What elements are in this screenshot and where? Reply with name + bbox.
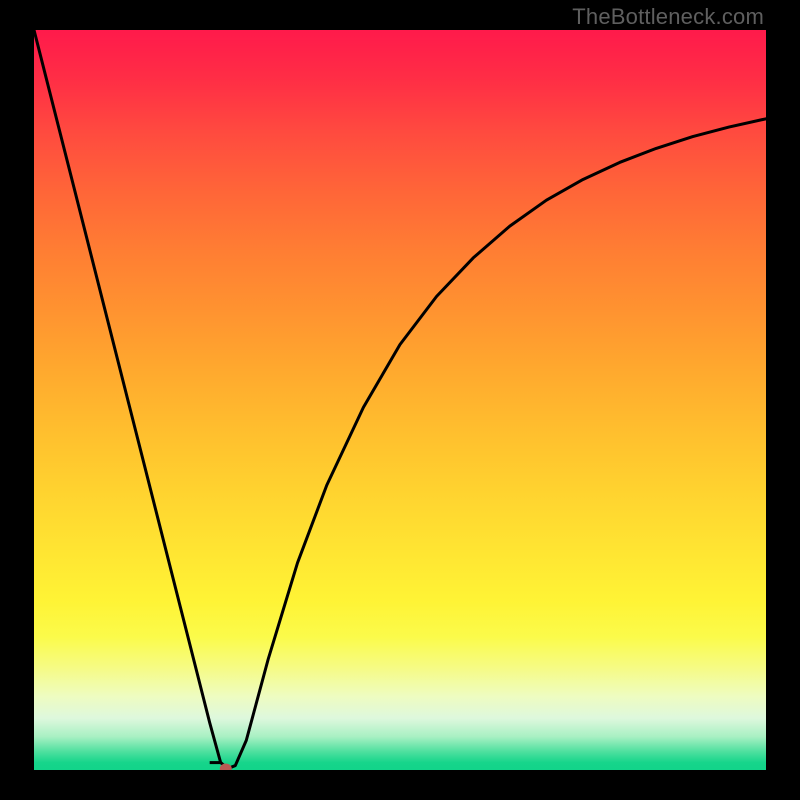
- watermark-label: TheBottleneck.com: [572, 4, 764, 30]
- bottleneck-curve: [34, 30, 766, 769]
- chart-frame: TheBottleneck.com: [0, 0, 800, 800]
- curve-svg: [34, 30, 766, 770]
- plot-area: [34, 30, 766, 770]
